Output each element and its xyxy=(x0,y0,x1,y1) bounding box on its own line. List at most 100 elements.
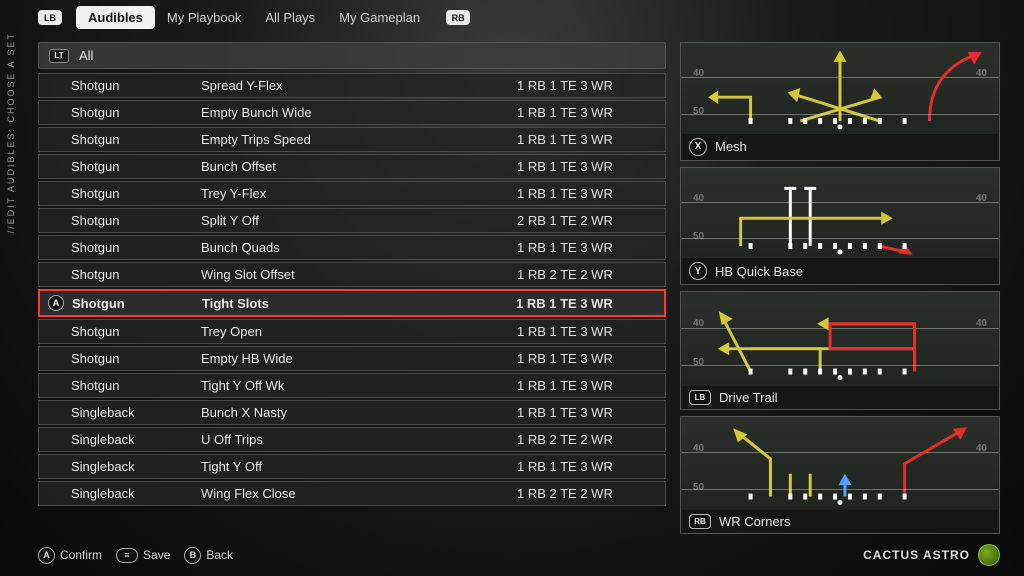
x-button-icon: X xyxy=(689,138,707,156)
play-label: Y HB Quick Base xyxy=(681,258,999,284)
row-set: Empty Bunch Wide xyxy=(201,105,517,120)
side-label: //EDIT AUDIBLES: CHOOSE A SET xyxy=(6,32,16,233)
row-personnel: 1 RB 1 TE 3 WR xyxy=(517,159,657,174)
row-formation: Shotgun xyxy=(71,351,201,366)
row-personnel: 1 RB 1 TE 3 WR xyxy=(517,405,657,420)
formation-row[interactable]: SinglebackWing Flex Close1 RB 2 TE 2 WR xyxy=(38,481,666,506)
filter-label: All xyxy=(79,48,93,63)
row-formation: Shotgun xyxy=(71,78,201,93)
row-set: Wing Flex Close xyxy=(201,486,517,501)
row-formation: Shotgun xyxy=(71,267,201,282)
row-formation: Shotgun xyxy=(71,213,201,228)
selected-row-button-icon: A xyxy=(48,295,64,311)
row-personnel: 1 RB 1 TE 3 WR xyxy=(517,378,657,393)
row-formation: Shotgun xyxy=(72,296,202,311)
formation-row[interactable]: SinglebackBunch X Nasty1 RB 1 TE 3 WR xyxy=(38,400,666,425)
play-card-drive-trail[interactable]: 504040LBDrive Trail xyxy=(680,291,1000,410)
play-diagram: 504040 xyxy=(681,417,999,511)
tab-all-plays[interactable]: All Plays xyxy=(253,6,327,29)
menu-button-icon: ≡ xyxy=(116,548,138,563)
row-formation: Singleback xyxy=(71,405,201,420)
formation-row[interactable]: ShotgunBunch Quads1 RB 1 TE 3 WR xyxy=(38,235,666,260)
formation-rows: ShotgunSpread Y-Flex1 RB 1 TE 3 WRShotgu… xyxy=(38,73,666,534)
tab-audibles[interactable]: Audibles xyxy=(76,6,155,29)
footer-bar: A Confirm ≡ Save B Back CACTUS ASTRO xyxy=(38,544,1000,566)
row-personnel: 1 RB 1 TE 3 WR xyxy=(517,105,657,120)
play-label: LB Drive Trail xyxy=(681,386,999,409)
lb-button-icon: LB xyxy=(689,390,711,405)
formation-row[interactable]: A ShotgunTight Slots1 RB 1 TE 3 WR xyxy=(38,289,666,317)
play-previews: 504040XMesh 504040YHB Quick Base 504040L… xyxy=(680,42,1000,534)
row-personnel: 1 RB 1 TE 3 WR xyxy=(517,324,657,339)
row-set: Trey Y-Flex xyxy=(201,186,517,201)
row-set: Trey Open xyxy=(201,324,517,339)
team-logo-icon xyxy=(978,544,1000,566)
row-personnel: 2 RB 1 TE 2 WR xyxy=(517,213,657,228)
play-label: RB WR Corners xyxy=(681,510,999,533)
row-personnel: 1 RB 1 TE 3 WR xyxy=(517,351,657,366)
play-card-hb-quick-base[interactable]: 504040 Y HB Quick Base xyxy=(680,167,1000,286)
row-formation: Shotgun xyxy=(71,159,201,174)
play-diagram: 504040 xyxy=(681,168,999,259)
row-set: Tight Y Off xyxy=(201,459,517,474)
row-formation: Shotgun xyxy=(71,240,201,255)
formation-row[interactable]: ShotgunTrey Y-Flex1 RB 1 TE 3 WR xyxy=(38,181,666,206)
a-button-icon: A xyxy=(38,547,55,564)
row-set: Spread Y-Flex xyxy=(201,78,517,93)
play-name: Drive Trail xyxy=(719,390,778,405)
bumper-left-icon[interactable]: LB xyxy=(38,10,62,25)
row-set: Empty Trips Speed xyxy=(201,132,517,147)
play-label: XMesh xyxy=(681,134,999,160)
row-personnel: 1 RB 2 TE 2 WR xyxy=(517,486,657,501)
formation-row[interactable]: ShotgunTrey Open1 RB 1 TE 3 WR xyxy=(38,319,666,344)
bumper-right-icon[interactable]: RB xyxy=(446,10,470,25)
formation-row[interactable]: SinglebackTight Y Off1 RB 1 TE 3 WR xyxy=(38,454,666,479)
play-diagram: 504040 xyxy=(681,43,999,134)
row-set: U Off Trips xyxy=(201,432,517,447)
filter-row[interactable]: LT All xyxy=(38,42,666,69)
save-hint: ≡ Save xyxy=(116,548,170,563)
formation-row[interactable]: ShotgunBunch Offset1 RB 1 TE 3 WR xyxy=(38,154,666,179)
formation-row[interactable]: ShotgunEmpty HB Wide1 RB 1 TE 3 WR xyxy=(38,346,666,371)
confirm-hint: A Confirm xyxy=(38,547,102,564)
back-hint: B Back xyxy=(184,547,233,564)
formation-list-panel: LT All ShotgunSpread Y-Flex1 RB 1 TE 3 W… xyxy=(38,42,666,534)
row-formation: Shotgun xyxy=(71,324,201,339)
play-card-wr-corners[interactable]: 504040 RB WR Corners xyxy=(680,416,1000,535)
row-personnel: 1 RB 1 TE 3 WR xyxy=(517,240,657,255)
b-button-icon: B xyxy=(184,547,201,564)
tab-my-gameplan[interactable]: My Gameplan xyxy=(327,6,432,29)
row-set: Tight Y Off Wk xyxy=(201,378,517,393)
row-set: Bunch Quads xyxy=(201,240,517,255)
formation-row[interactable]: ShotgunEmpty Trips Speed1 RB 1 TE 3 WR xyxy=(38,127,666,152)
row-formation: Shotgun xyxy=(71,186,201,201)
row-personnel: 1 RB 2 TE 2 WR xyxy=(517,432,657,447)
row-personnel: 1 RB 1 TE 3 WR xyxy=(517,78,657,93)
row-personnel: 1 RB 1 TE 3 WR xyxy=(517,459,657,474)
row-formation: Singleback xyxy=(71,486,201,501)
formation-row[interactable]: SinglebackU Off Trips1 RB 2 TE 2 WR xyxy=(38,427,666,452)
top-tabs: LB AudiblesMy PlaybookAll PlaysMy Gamepl… xyxy=(38,10,470,25)
formation-row[interactable]: ShotgunSplit Y Off2 RB 1 TE 2 WR xyxy=(38,208,666,233)
rb-button-icon: RB xyxy=(689,514,711,529)
formation-row[interactable]: ShotgunSpread Y-Flex1 RB 1 TE 3 WR xyxy=(38,73,666,98)
play-name: WR Corners xyxy=(719,514,791,529)
row-set: Bunch X Nasty xyxy=(201,405,517,420)
row-formation: Shotgun xyxy=(71,378,201,393)
team-name: CACTUS ASTRO xyxy=(863,548,970,562)
row-personnel: 1 RB 1 TE 3 WR xyxy=(517,132,657,147)
row-personnel: 1 RB 1 TE 3 WR xyxy=(516,296,656,311)
formation-row[interactable]: ShotgunEmpty Bunch Wide1 RB 1 TE 3 WR xyxy=(38,100,666,125)
play-card-mesh[interactable]: 504040XMesh xyxy=(680,42,1000,161)
formation-row[interactable]: ShotgunTight Y Off Wk1 RB 1 TE 3 WR xyxy=(38,373,666,398)
tab-my-playbook[interactable]: My Playbook xyxy=(155,6,253,29)
row-personnel: 1 RB 1 TE 3 WR xyxy=(517,186,657,201)
row-set: Bunch Offset xyxy=(201,159,517,174)
row-set: Tight Slots xyxy=(202,296,516,311)
y-button-icon: Y xyxy=(689,262,707,280)
row-formation: Shotgun xyxy=(71,105,201,120)
row-formation: Singleback xyxy=(71,432,201,447)
row-formation: Singleback xyxy=(71,459,201,474)
play-name: HB Quick Base xyxy=(715,264,803,279)
formation-row[interactable]: ShotgunWing Slot Offset1 RB 2 TE 2 WR xyxy=(38,262,666,287)
